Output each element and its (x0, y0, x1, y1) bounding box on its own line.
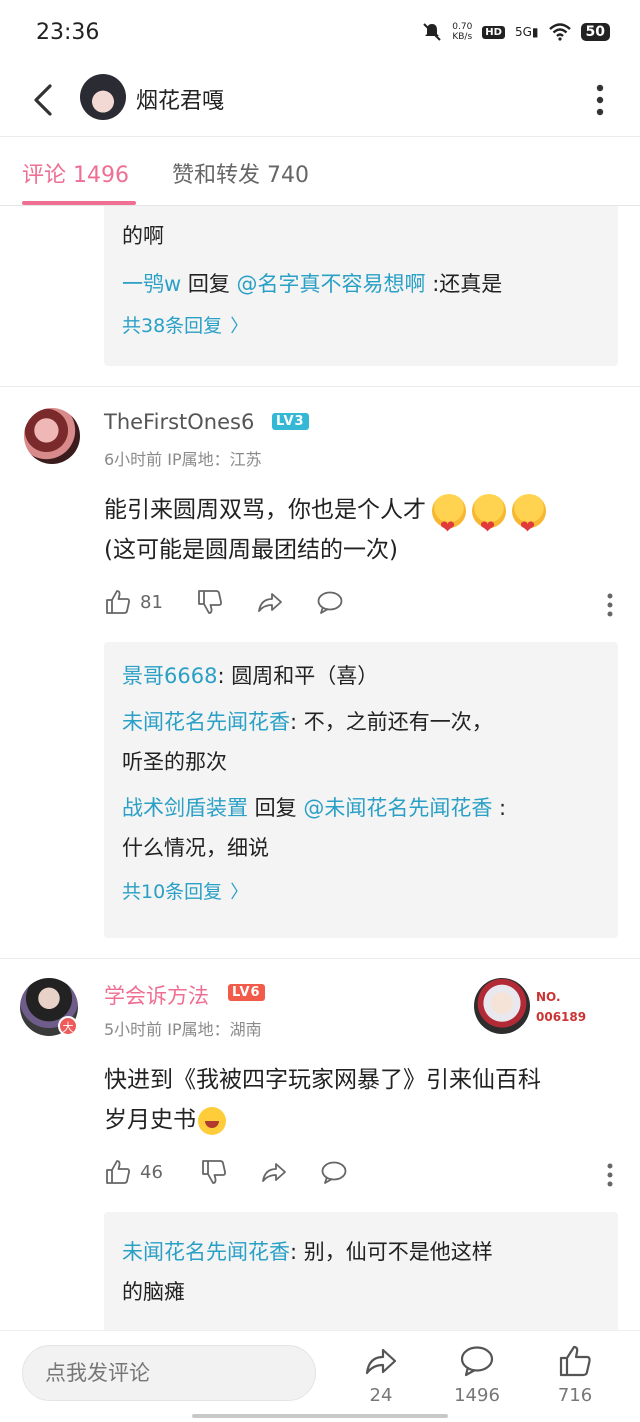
hd-badge: HD (482, 25, 505, 39)
avatar-badge: 大 (58, 1016, 78, 1036)
like-button[interactable]: 81 (104, 588, 163, 616)
reply-mention[interactable]: @名字真不容易想啊 (237, 272, 426, 296)
reply-line: 未闻花名先闻花香: 别，仙可不是他这样 (122, 1240, 493, 1264)
status-time: 23:36 (36, 20, 100, 45)
comment-count-button[interactable]: 1496 (442, 1343, 512, 1406)
tab-likes-reposts[interactable]: 赞和转发 740 (172, 157, 309, 189)
avatar[interactable] (24, 408, 80, 464)
more-vertical-icon[interactable] (606, 1162, 614, 1188)
back-icon[interactable] (26, 80, 62, 120)
decoration-number-label: NO. (536, 990, 561, 1004)
wifi-icon (548, 23, 571, 41)
page-title: 烟花君嘎 (136, 89, 225, 114)
like-button[interactable]: 46 (104, 1158, 163, 1186)
bottom-bar: 点我发评论 24 1496 716 (0, 1330, 640, 1422)
reply-username[interactable]: 景哥6668 (122, 664, 217, 688)
dislike-button[interactable] (196, 588, 224, 616)
reply-box[interactable]: 景哥6668: 圆周和平（喜） 未闻花名先闻花香: 不，之前还有一次， 听圣的那… (104, 642, 618, 938)
reply-button[interactable] (320, 1158, 348, 1186)
reply-button[interactable] (316, 588, 344, 616)
divider (0, 958, 640, 959)
comment-bubble-icon (317, 591, 343, 614)
thumbs-up-icon (106, 590, 130, 614)
comment-meta: 5小时前 IP属地：湖南 (104, 1020, 262, 1039)
comment-input[interactable]: 点我发评论 (22, 1345, 316, 1401)
thumbs-up-icon (559, 1345, 591, 1377)
reply-username[interactable]: 未闻花名先闻花香 (122, 1240, 290, 1264)
share-icon (258, 593, 282, 612)
share-icon (365, 1348, 397, 1375)
view-more-replies[interactable]: 共38条回复〉 (122, 306, 600, 347)
tab-indicator (22, 201, 136, 205)
comment-meta: 6小时前 IP属地：江苏 (104, 450, 262, 469)
decoration-number: 006189 (536, 1010, 587, 1024)
hug-emoji-icon (512, 493, 546, 548)
laugh-emoji-icon (198, 1106, 226, 1135)
comment-text: 能引来圆周双骂，你也是个人才 (这可能是圆周最团结的一次) (104, 490, 614, 570)
top-bar: 烟花君嘎 (0, 68, 640, 136)
username[interactable]: TheFirstOnes6 (104, 410, 254, 434)
view-more-replies[interactable]: 共10条回复〉 (122, 872, 600, 913)
share-button[interactable] (260, 1158, 288, 1186)
more-vertical-icon[interactable] (606, 592, 614, 618)
tabs: 评论 1496 赞和转发 740 (0, 136, 640, 206)
reply-box[interactable]: 未闻花名先闻花香: 别，仙可不是他这样 的脑瘫 (104, 1212, 618, 1330)
comment-actions: 46 (104, 1158, 614, 1194)
more-icon[interactable] (594, 80, 606, 120)
reply-mention[interactable]: @未闻花名先闻花香 (303, 796, 492, 820)
reply-username[interactable]: 战术剑盾装置 (122, 796, 248, 820)
share-icon (262, 1163, 286, 1182)
reply-line: 的啊 (122, 224, 164, 248)
reply-line: 未闻花名先闻花香: 不，之前还有一次， (122, 710, 493, 734)
reply-line: 战术剑盾装置 回复 @未闻花名先闻花香 : (122, 796, 507, 820)
decoration-card[interactable]: NO. 006189 (474, 978, 594, 1034)
reply-box[interactable]: 的啊 一鸮w 回复 @名字真不容易想啊 :还真是 共38条回复〉 (104, 206, 618, 366)
repost-button[interactable]: 24 (346, 1343, 416, 1406)
comment-actions: 81 (104, 588, 614, 624)
hug-emoji-icon (432, 493, 466, 548)
net-speed: 0.70 KB/s (452, 22, 473, 42)
share-button[interactable] (256, 588, 284, 616)
level-badge: LV3 (272, 413, 309, 430)
battery-icon: 50 (580, 23, 610, 41)
comment-bubble-icon (460, 1346, 494, 1377)
status-bar: 23:36 0.70 KB/s HD 5G▮ 50 (0, 0, 640, 68)
decoration-avatar (474, 978, 530, 1034)
chevron-right-icon: 〉 (230, 882, 249, 903)
hug-emoji-icon (472, 493, 506, 548)
divider (0, 386, 640, 387)
chevron-right-icon: 〉 (230, 316, 249, 337)
status-icons: 0.70 KB/s HD 5G▮ 50 (422, 22, 610, 42)
signal-5g-icon: 5G▮ (514, 25, 539, 39)
like-post-button[interactable]: 716 (540, 1343, 610, 1406)
header-avatar[interactable] (80, 74, 126, 120)
reply-line: 景哥6668: 圆周和平（喜） (122, 664, 379, 688)
home-indicator[interactable] (192, 1414, 448, 1418)
tab-comments[interactable]: 评论 1496 (22, 157, 129, 189)
reply-username[interactable]: 一鸮w (122, 272, 181, 296)
mute-icon (423, 23, 441, 41)
comment-bubble-icon (321, 1161, 347, 1184)
dislike-button[interactable] (200, 1158, 228, 1186)
username[interactable]: 学会诉方法 (104, 980, 209, 1010)
thumbs-up-icon (106, 1160, 130, 1184)
level-badge: LV6 (228, 984, 265, 1001)
comment-list[interactable]: 的啊 一鸮w 回复 @名字真不容易想啊 :还真是 共38条回复〉 TheFirs… (0, 206, 640, 1330)
reply-line: 一鸮w 回复 @名字真不容易想啊 :还真是 (122, 272, 503, 296)
reply-username[interactable]: 未闻花名先闻花香 (122, 710, 290, 734)
thumbs-down-icon (198, 590, 222, 614)
comment-text: 快进到《我被四字玩家网暴了》引来仙百科 岁月史书 (104, 1067, 541, 1135)
thumbs-down-icon (202, 1160, 226, 1184)
